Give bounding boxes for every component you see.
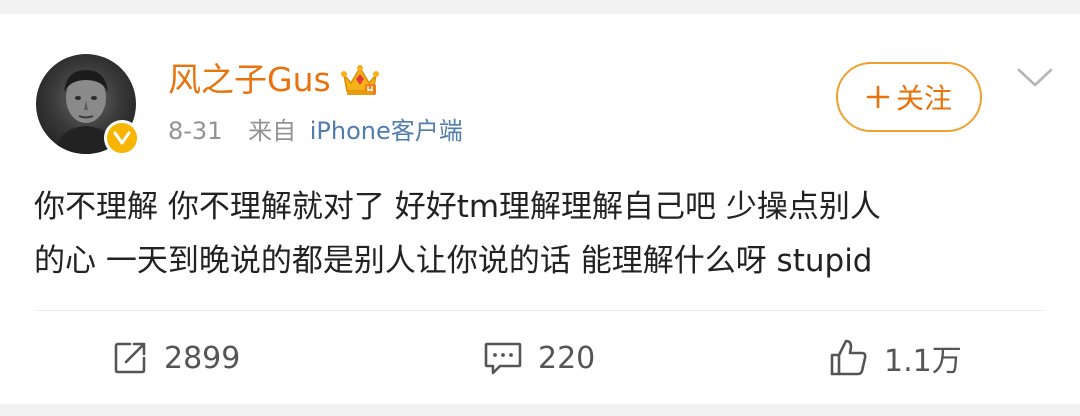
- username[interactable]: 风之子Gus: [168, 56, 331, 104]
- top-divider: [0, 0, 1080, 14]
- source-prefix: 来自: [248, 117, 297, 145]
- crown-icon: [340, 65, 379, 95]
- username-row: 风之子Gus: [168, 56, 379, 104]
- actions-divider: [36, 310, 1044, 311]
- plus-icon: [866, 85, 890, 109]
- avatar[interactable]: [36, 54, 140, 156]
- repost-count: 2899: [164, 340, 241, 376]
- source-link[interactable]: iPhone客户端: [310, 117, 463, 145]
- weibo-post-card: 风之子Gus 8-31 来自 iPhone客户端 关注 你不理解 你不理解就对了…: [0, 0, 1080, 416]
- verified-badge-icon: [104, 120, 140, 156]
- thumbs-up-icon: [830, 339, 867, 376]
- post-text-line: 你不理解 你不理解就对了 好好tm理解理解自己吧 少操点别人: [34, 189, 881, 225]
- post-text-line: 的心 一天到晚说的都是别人让你说的话 能理解什么呀 stupid: [34, 243, 873, 279]
- repost-icon: [114, 342, 146, 374]
- bottom-divider: [0, 404, 1080, 416]
- comment-count: 220: [538, 340, 596, 376]
- post-date: 8-31: [168, 117, 223, 145]
- follow-label: 关注: [895, 82, 952, 115]
- repost-button[interactable]: 2899: [110, 330, 240, 386]
- post-text: 你不理解 你不理解就对了 好好tm理解理解自己吧 少操点别人 的心 一天到晚说的…: [34, 180, 1044, 288]
- comment-button[interactable]: 220: [482, 330, 595, 386]
- chevron-down-icon[interactable]: [1016, 66, 1054, 90]
- like-count: 1.1万: [884, 344, 962, 379]
- comment-icon: [484, 342, 522, 375]
- post-meta: 8-31 来自 iPhone客户端: [168, 114, 463, 148]
- follow-button[interactable]: 关注: [836, 62, 982, 132]
- like-button[interactable]: 1.1万: [828, 330, 962, 386]
